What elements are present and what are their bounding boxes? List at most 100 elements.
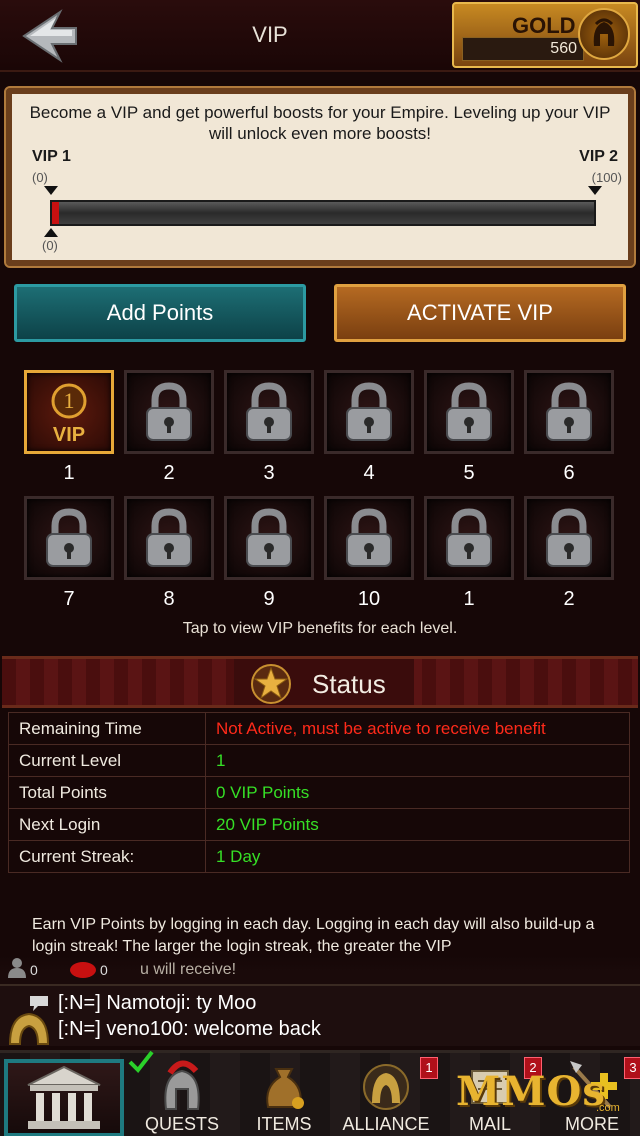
status-key: Total Points — [8, 776, 206, 809]
vip-grid-hint: Tap to view VIP benefits for each level. — [182, 620, 458, 637]
status-row: Total Points 0 VIP Points — [8, 776, 630, 809]
alliance-helmet-icon — [8, 1012, 50, 1045]
temple-icon — [27, 1065, 101, 1129]
vip-level-number: 10 — [357, 588, 381, 610]
chat-message: [:N=] Namotoji: ty Moo — [58, 992, 257, 1014]
spartan-helmet-icon — [578, 8, 630, 60]
earn-vip-text: Earn VIP Points by logging in each day. … — [32, 916, 595, 955]
status-table: Remaining Time Not Active, must be active… — [8, 712, 630, 873]
status-key: Next Login — [8, 808, 206, 841]
status-value: 0 VIP Points — [205, 776, 630, 809]
lock-icon — [424, 370, 514, 454]
chat-status-strip — [0, 956, 640, 984]
nav-alliance-label: ALLIANCE — [342, 1114, 430, 1134]
gold-value-bar: 560 — [462, 37, 584, 61]
vip-level-tile[interactable]: 3 — [222, 370, 316, 488]
vip-description: Become a VIP and get powerful boosts for… — [29, 103, 611, 143]
vip-level-tile[interactable]: 5 — [422, 370, 516, 488]
vip-info-panel: Become a VIP and get powerful boosts for… — [4, 86, 636, 268]
vip-level-tile[interactable]: 4 — [322, 370, 416, 488]
alert-count: 0 — [100, 962, 108, 978]
lock-icon — [324, 370, 414, 454]
vip-badge-icon: 1 VIP — [24, 370, 114, 454]
status-row: Current Level 1 — [8, 744, 630, 777]
current-marker-icon — [44, 228, 58, 237]
lock-icon — [424, 496, 514, 580]
online-count: 0 — [30, 962, 38, 978]
status-value: 20 VIP Points — [205, 808, 630, 841]
status-row: Remaining Time Not Active, must be active… — [8, 712, 630, 745]
vip-end-level: VIP 2 — [579, 148, 618, 165]
status-row: Next Login 20 VIP Points — [8, 808, 630, 841]
vip-level-tile[interactable]: 1 VIP 1 — [22, 370, 116, 488]
back-button[interactable] — [18, 8, 80, 64]
lock-icon — [324, 496, 414, 580]
gold-balance[interactable]: GOLD 560 — [452, 2, 638, 68]
vip-level-tile[interactable]: 10 — [322, 496, 416, 614]
status-row: Current Streak: 1 Day — [8, 840, 630, 873]
nav-items-label: ITEMS — [256, 1114, 312, 1134]
vip-end-points: (100) — [591, 170, 622, 185]
alert-dot-icon — [70, 962, 96, 978]
status-value: Not Active, must be active to receive be… — [205, 712, 630, 745]
vip-level-number: 3 — [263, 462, 275, 484]
alliance-helmet-icon — [363, 1064, 409, 1110]
vip-level-tile[interactable]: 8 — [122, 496, 216, 614]
chat-box[interactable]: [:N=] Namotoji: ty Moo [:N=] veno100: we… — [0, 984, 640, 1046]
top-bar: VIP GOLD 560 — [0, 0, 640, 72]
vip-level-number: 8 — [163, 588, 175, 610]
vip-level-number: 2 — [163, 462, 175, 484]
back-arrow-icon — [22, 9, 77, 63]
vip-level-tile[interactable]: 7 — [22, 496, 116, 614]
status-value: 1 Day — [205, 840, 630, 873]
lock-icon — [524, 370, 614, 454]
vip-level-number: 9 — [263, 588, 275, 610]
checkmark-icon — [128, 1050, 154, 1074]
vip-level-number: 1 — [463, 588, 475, 610]
status-key: Current Level — [8, 744, 206, 777]
gold-value: 560 — [550, 40, 577, 57]
user-icon — [8, 958, 26, 978]
nav-items[interactable]: ITEMS — [236, 1053, 332, 1136]
vip-progress-fill — [52, 202, 59, 224]
status-key: Current Streak: — [8, 840, 206, 873]
nav-quests-label: QUESTS — [144, 1114, 219, 1134]
star-icon — [251, 664, 291, 704]
city-home-button[interactable] — [4, 1059, 124, 1136]
status-value: 1 — [205, 744, 630, 777]
vip-level-number: 6 — [563, 462, 575, 484]
status-banner: Status — [2, 656, 638, 708]
lock-icon — [124, 370, 214, 454]
page-title: VIP — [252, 22, 288, 47]
activate-vip-button[interactable]: ACTIVATE VIP — [334, 284, 626, 342]
vip-start-points: (0) — [32, 170, 48, 185]
sack-icon — [266, 1068, 304, 1109]
vip-level-number: 1 — [63, 462, 75, 484]
vip-level-number: 5 — [463, 462, 475, 484]
lock-icon — [24, 496, 114, 580]
start-marker-icon — [44, 186, 58, 195]
vip-badge-text: VIP — [53, 424, 85, 446]
earn-text-overflow: u will receive! — [140, 961, 237, 978]
vip-level-number: 7 — [63, 588, 75, 610]
svg-text:1: 1 — [64, 388, 75, 413]
vip-level-tile[interactable]: 9 — [222, 496, 316, 614]
lock-icon — [524, 496, 614, 580]
vip-level-tile[interactable]: 1 — [422, 496, 516, 614]
mmos-watermark-suffix: .com — [596, 1102, 620, 1114]
spartan-helmet-icon — [164, 1060, 200, 1110]
alliance-badge: 1 — [420, 1057, 438, 1079]
vip-level-tile[interactable]: 6 — [522, 370, 616, 488]
end-marker-icon — [588, 186, 602, 195]
vip-start-level: VIP 1 — [32, 148, 71, 165]
vip-level-tile[interactable]: 2 — [522, 496, 616, 614]
status-title: Status — [312, 669, 386, 699]
vip-level-tile[interactable]: 2 — [122, 370, 216, 488]
add-points-button[interactable]: Add Points — [14, 284, 306, 342]
chat-message: [:N=] veno100: welcome back — [58, 1018, 321, 1040]
vip-level-number: 4 — [363, 462, 375, 484]
vip-level-number: 2 — [563, 588, 575, 610]
vip-progress-bar — [50, 200, 596, 226]
nav-alliance[interactable]: ALLIANCE 1 — [338, 1053, 438, 1136]
vip-current-points: (0) — [42, 238, 58, 253]
